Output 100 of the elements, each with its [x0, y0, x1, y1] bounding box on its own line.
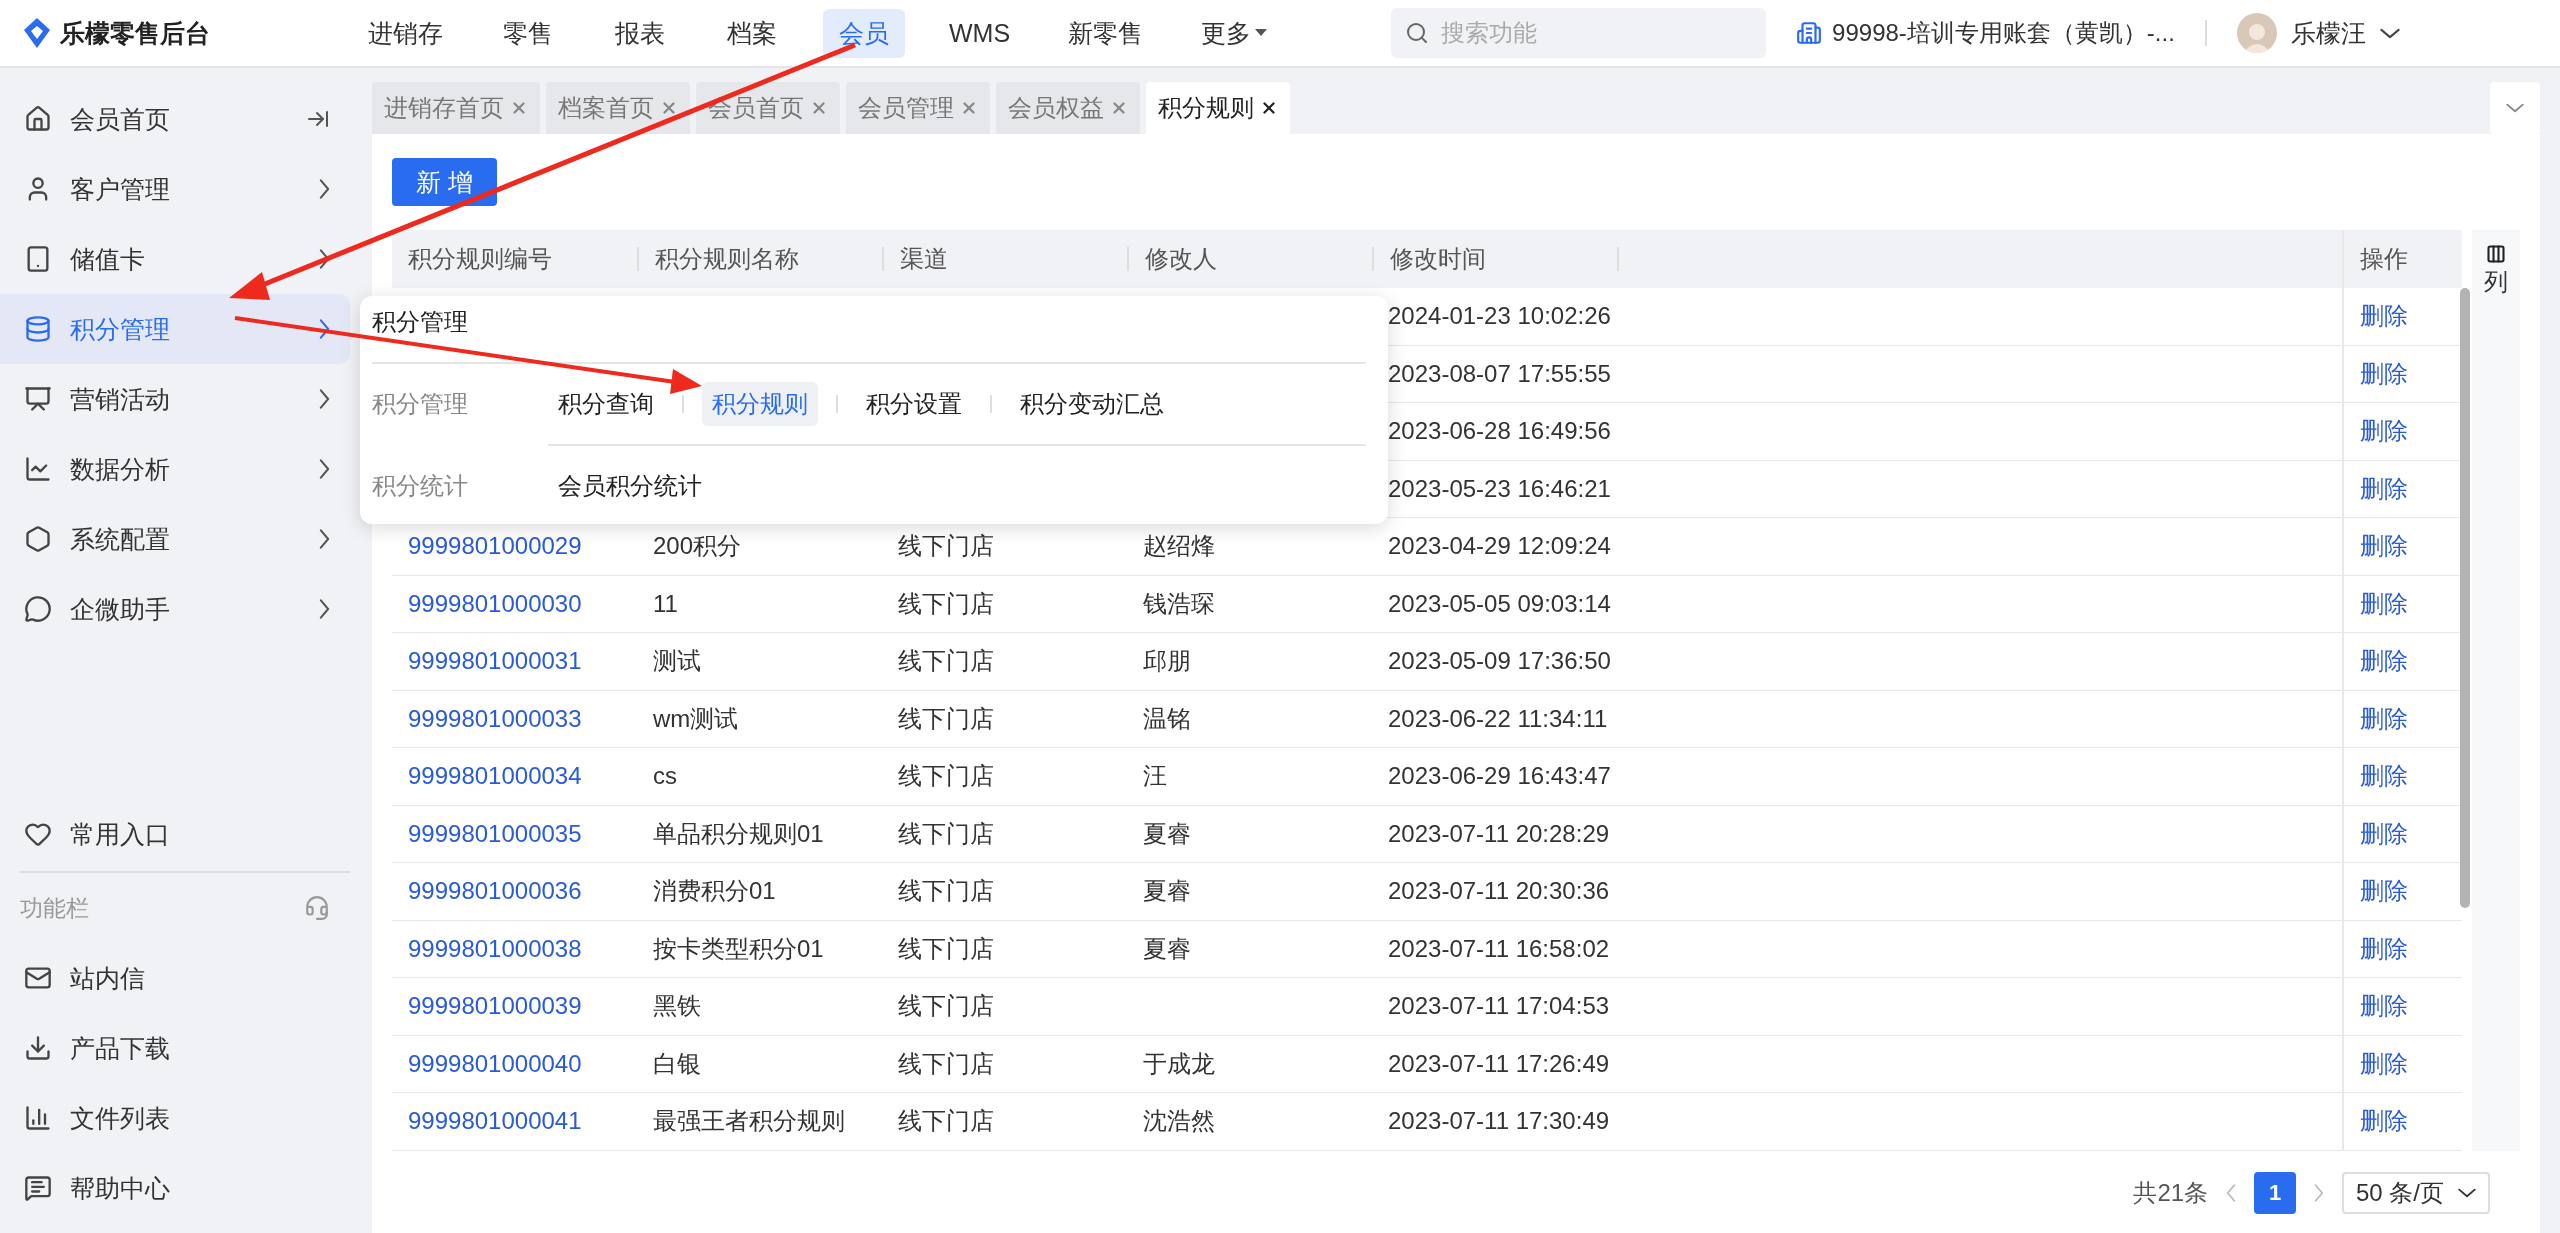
nav-item[interactable]: WMS	[935, 10, 1025, 56]
rule-id-link[interactable]: 9999801000040	[392, 1049, 637, 1078]
rule-id-link[interactable]: 9999801000030	[392, 589, 637, 618]
table-cell-text: 线下门店	[897, 876, 995, 907]
column-header[interactable]: 积分规则编号	[392, 247, 637, 271]
table-cell-text: 2023-07-11 17:30:49	[1387, 1107, 1611, 1136]
table-cell-text: 2023-06-29 16:43:47	[1387, 762, 1612, 791]
chevron-right-icon[interactable]	[319, 599, 330, 619]
group-label: 积分管理	[372, 389, 469, 419]
chevron-right-icon[interactable]	[319, 459, 330, 479]
table-cell-text: 单品积分规则01	[652, 818, 825, 849]
sidebar-item[interactable]: 站内信	[0, 943, 350, 1013]
sidebar-item[interactable]: 会员首页	[0, 84, 350, 154]
headset-icon[interactable]	[304, 895, 330, 921]
page-size-select[interactable]: 50 条/页	[2341, 1172, 2490, 1214]
delete-link[interactable]: 删除	[2360, 530, 2408, 563]
rule-id-link[interactable]: 9999801000029	[392, 532, 637, 561]
scrollbar[interactable]	[2460, 288, 2470, 908]
tab[interactable]: 进销存首页	[372, 82, 540, 134]
column-header[interactable]: 修改人	[1127, 247, 1372, 271]
sidebar-item[interactable]: 企微助手	[0, 574, 350, 644]
delete-link[interactable]: 删除	[2360, 1047, 2408, 1080]
delete-link[interactable]: 删除	[2360, 357, 2408, 390]
rule-id-link[interactable]: 9999801000041	[392, 1107, 637, 1136]
account-name[interactable]: 99998-培训专用账套（黄凯）-...	[1832, 17, 2175, 49]
sidebar-item[interactable]: 产品下载	[0, 1013, 350, 1083]
delete-link[interactable]: 删除	[2360, 415, 2408, 448]
delete-link[interactable]: 删除	[2360, 300, 2408, 333]
table-cell-text: 消费积分01	[652, 876, 777, 907]
chevron-right-icon[interactable]	[319, 179, 330, 199]
sidebar-item[interactable]: 文件列表	[0, 1083, 350, 1153]
rule-id-link[interactable]: 9999801000035	[392, 819, 637, 848]
nav-item[interactable]: 零售	[487, 8, 569, 58]
menu-link[interactable]: 会员积分统计	[548, 464, 712, 508]
nav-item[interactable]: 档案	[711, 8, 793, 58]
column-header[interactable]: 积分规则名称	[637, 247, 882, 271]
delete-link[interactable]: 删除	[2360, 817, 2408, 850]
tab[interactable]: 积分规则	[1146, 82, 1290, 134]
delete-link[interactable]: 删除	[2360, 587, 2408, 620]
table-cell-text: 沈浩然	[1142, 1106, 1216, 1137]
sidebar-item[interactable]: 数据分析	[0, 434, 350, 504]
column-header[interactable]: 渠道	[882, 247, 1127, 271]
delete-link[interactable]: 删除	[2360, 645, 2408, 678]
tab[interactable]: 档案首页	[546, 82, 690, 134]
page-button[interactable]: 1	[2254, 1172, 2297, 1214]
delete-link[interactable]: 删除	[2360, 472, 2408, 505]
chevron-right-icon[interactable]	[319, 389, 330, 409]
column-settings-button[interactable]: 列	[2484, 244, 2508, 298]
delete-link[interactable]: 删除	[2360, 932, 2408, 965]
table-cell-text: wm测试	[652, 703, 740, 734]
tab[interactable]: 会员权益	[996, 82, 1140, 134]
menu-link[interactable]: 积分规则	[702, 382, 818, 426]
page-size-value: 50 条/页	[2355, 1178, 2444, 1208]
table-cell-text: 2023-08-07 17:55:55	[1387, 359, 1612, 388]
menu-link[interactable]: 积分设置	[856, 382, 972, 426]
delete-link[interactable]: 删除	[2360, 702, 2408, 735]
sidebar-item[interactable]: 系统配置	[0, 504, 350, 574]
nav-item[interactable]: 新零售	[1054, 8, 1158, 58]
close-icon	[810, 99, 828, 117]
chevron-down-icon[interactable]	[2379, 27, 2400, 39]
delete-link[interactable]: 删除	[2360, 875, 2408, 908]
nav-item[interactable]: 会员	[823, 8, 905, 58]
search-field[interactable]: 搜索功能	[1391, 8, 1767, 58]
chevron-right-icon[interactable]	[319, 319, 330, 339]
delete-link[interactable]: 删除	[2360, 990, 2408, 1023]
sidebar-item[interactable]: 积分管理	[0, 294, 350, 364]
sidebar-item[interactable]: 营销活动	[0, 364, 350, 434]
table-cell-text: 线下门店	[897, 1106, 995, 1137]
section-title: 功能栏	[20, 893, 89, 923]
delete-link[interactable]: 删除	[2360, 760, 2408, 793]
rule-id-link[interactable]: 9999801000034	[392, 762, 637, 791]
table-cell-text: 最强王者积分规则	[652, 1106, 846, 1137]
heart-icon	[24, 820, 52, 848]
add-button[interactable]: 新 增	[392, 158, 497, 206]
column-header[interactable]: 修改时间	[1372, 247, 1617, 271]
nav-item[interactable]: 更多	[1187, 8, 1282, 58]
rule-id-link[interactable]: 9999801000039	[392, 992, 637, 1021]
table-cell-text: 线下门店	[897, 588, 995, 619]
sidebar-item[interactable]: 帮助中心	[0, 1153, 350, 1223]
columns-icon	[2486, 244, 2506, 264]
rule-id-link[interactable]: 9999801000036	[392, 877, 637, 906]
table-cell-text: 2023-05-05 09:03:14	[1387, 589, 1612, 618]
menu-link[interactable]: 积分查询	[548, 382, 664, 426]
nav-item[interactable]: 进销存	[354, 8, 457, 58]
chevron-down-icon[interactable]	[2458, 1188, 2476, 1198]
table-cell-text: 温铭	[1142, 703, 1192, 734]
sidebar-item[interactable]: 客户管理	[0, 154, 350, 224]
table-cell-text: 2023-07-11 17:26:49	[1387, 1049, 1611, 1078]
rule-id-link[interactable]: 9999801000038	[392, 934, 637, 963]
delete-link[interactable]: 删除	[2360, 1105, 2408, 1138]
close-icon	[960, 99, 978, 117]
nav-item[interactable]: 报表	[599, 8, 681, 58]
user-name[interactable]: 乐檬汪	[2290, 16, 2366, 50]
sidebar-item[interactable]: 常用入口	[0, 799, 350, 869]
tab[interactable]: 会员管理	[846, 82, 990, 134]
menu-link[interactable]: 积分变动汇总	[1010, 382, 1174, 426]
rule-id-link[interactable]: 9999801000033	[392, 704, 637, 733]
rule-id-link[interactable]: 9999801000031	[392, 647, 637, 676]
sidebar-item[interactable]: 储值卡	[0, 224, 350, 294]
chevron-right-icon[interactable]	[319, 529, 330, 549]
